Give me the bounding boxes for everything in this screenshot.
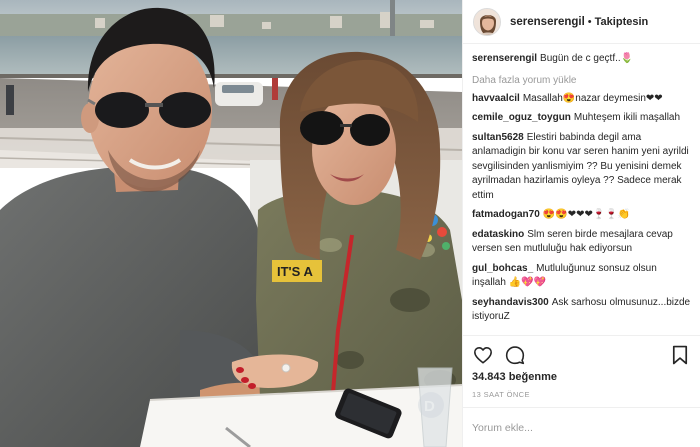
follow-status-button[interactable]: Takiptesin: [595, 16, 649, 28]
comment-item: edataskino Slm seren birde mesajlara ceva…: [472, 228, 691, 257]
comment-text: Masallah😍nazar deymesin❤❤: [522, 92, 663, 104]
header-separator: •: [587, 15, 592, 28]
shirt-print-text: IT'S A: [277, 264, 313, 279]
comment-item: sultan5628 Elestiri babinda degil ama anl…: [472, 131, 691, 204]
comment-item: seyhandavis300 Ask sarhosu olmusunuz...bi…: [472, 296, 691, 325]
add-comment-input[interactable]: [472, 421, 691, 434]
caption-text: Bugün de c geçtf..🌷: [540, 53, 634, 64]
post-caption: serenserengil Bugün de c geçtf..🌷: [472, 52, 691, 67]
comment-username[interactable]: seyhandavis300: [472, 297, 549, 308]
post-header: serenserengil • Takiptesin: [463, 0, 700, 44]
comments-list[interactable]: serenserengil Bugün de c geçtf..🌷 Daha fa…: [463, 44, 700, 335]
post-actions: 34.843 beğenme 13 SAAT ÖNCE: [463, 335, 700, 407]
likes-count[interactable]: 34.843 beğenme: [472, 371, 691, 383]
author-username[interactable]: serenserengil: [510, 16, 585, 28]
post-sidebar: serenserengil • Takiptesin serenserengil…: [462, 0, 700, 447]
comment-username[interactable]: sultan5628: [472, 132, 524, 143]
heart-icon[interactable]: [472, 344, 494, 366]
caption-username[interactable]: serenserengil: [472, 53, 537, 64]
comment-item: fatmadogan70 😍😍❤❤❤🍷🍷👏: [472, 208, 691, 223]
comment-username[interactable]: havvaalcil: [472, 93, 520, 104]
comment-item: havvaalcil Masallah😍nazar deymesin❤❤: [472, 92, 691, 107]
post-photo[interactable]: IT'S A D: [0, 0, 462, 447]
comment-item: gul_bohcas_ Mutluluğunuz sonsuz olsun inş…: [472, 262, 691, 291]
avatar-image: [474, 8, 500, 35]
comment-username[interactable]: cemile_oguz_toygun: [472, 112, 571, 123]
comment-icon[interactable]: [504, 344, 526, 366]
comment-item: cemile_oguz_toygun Muhteşem ikili maşalla…: [472, 111, 691, 126]
post-image: IT'S A D: [0, 0, 462, 447]
comment-text: 😍😍❤❤❤🍷🍷👏: [542, 209, 631, 220]
add-comment-bar: [463, 407, 700, 447]
load-more-comments-link[interactable]: Daha fazla yorum yükle: [472, 75, 577, 86]
bookmark-icon[interactable]: [669, 344, 691, 366]
comment-username[interactable]: edataskino: [472, 229, 524, 240]
comment-text: Muhteşem ikili maşallah: [573, 112, 681, 123]
comment-username[interactable]: fatmadogan70: [472, 209, 540, 220]
comment-username[interactable]: gul_bohcas_: [472, 263, 533, 274]
action-icons-row: [472, 342, 691, 368]
author-avatar[interactable]: [473, 7, 501, 36]
svg-text:D: D: [424, 398, 435, 415]
post-timestamp: 13 SAAT ÖNCE: [472, 390, 530, 399]
instagram-post: IT'S A D serenserengil • Takiptesin sere…: [0, 0, 700, 447]
